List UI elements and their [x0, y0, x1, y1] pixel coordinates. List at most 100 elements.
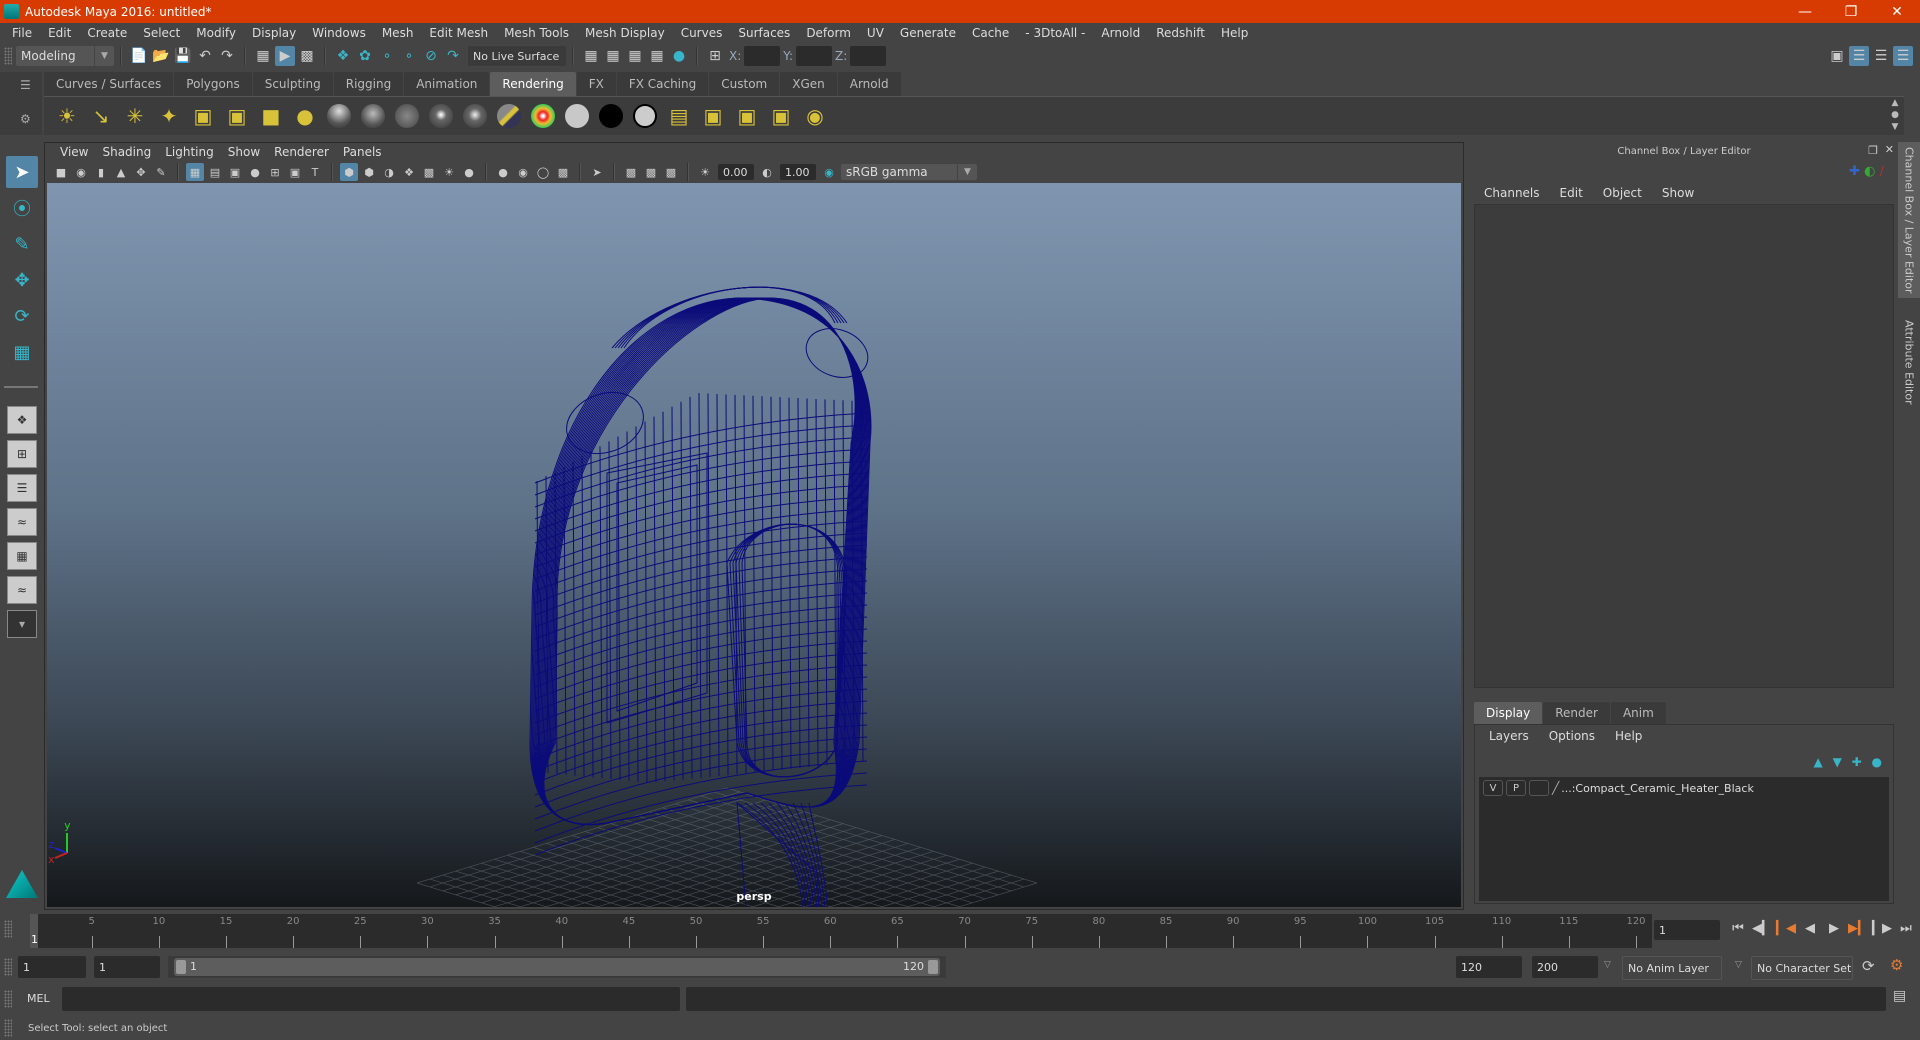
shader-layered-icon[interactable] [494, 101, 524, 131]
ambient-light-icon[interactable]: ☀ [52, 101, 82, 131]
layer-display-type-toggle[interactable] [1529, 780, 1549, 796]
undo-icon[interactable]: ↶ [195, 46, 215, 66]
move-layer-down-icon[interactable]: ▼ [1833, 755, 1842, 769]
new-scene-icon[interactable]: 📄 [129, 46, 149, 66]
render-layer-icon[interactable]: ▣ [732, 101, 762, 131]
hypershade-icon[interactable]: ● [669, 46, 689, 66]
mode-dropdown[interactable]: Modeling ▼ [16, 46, 114, 66]
shelf-tab-arnold[interactable]: Arnold [837, 72, 901, 96]
step-forward-key-icon[interactable]: ▶▎ [1848, 918, 1868, 938]
use-all-lights-icon[interactable]: ☀ [440, 163, 458, 181]
shelf-scroll[interactable]: ▲ ● ▼ [1886, 97, 1904, 135]
single-perspective-layout-icon[interactable]: ❖ [7, 406, 37, 434]
shelf-tab-curves-surfaces[interactable]: Curves / Surfaces [44, 72, 174, 96]
shelf-tab-polygons[interactable]: Polygons [174, 72, 252, 96]
lasso-tool-icon[interactable]: ⦿ [6, 192, 38, 224]
menu-create[interactable]: Create [79, 26, 135, 40]
menu-modify[interactable]: Modify [188, 26, 244, 40]
character-set-field[interactable]: No Character Set [1751, 956, 1853, 980]
film-gate-icon[interactable]: ▤ [206, 163, 224, 181]
snap-point-icon[interactable]: ∘ [377, 46, 397, 66]
spot-light-icon[interactable]: ✦ [154, 101, 184, 131]
exposure-input[interactable]: 0.00 [718, 164, 754, 180]
paint-select-tool-icon[interactable]: ✎ [6, 228, 38, 260]
anim-layer-dropdown-arrow[interactable]: ▽ [1604, 960, 1611, 970]
grid-toggle-icon[interactable]: ▦ [186, 163, 204, 181]
menu-mesh[interactable]: Mesh [374, 26, 422, 40]
range-slider-bar[interactable]: 1 120 [174, 958, 940, 976]
shader-blinn-icon[interactable] [324, 101, 354, 131]
bookmarks-icon[interactable]: ▮ [92, 163, 110, 181]
viewport-menu-show[interactable]: Show [221, 145, 267, 159]
menu-edit[interactable]: Edit [40, 26, 79, 40]
smooth-shade-icon[interactable]: ⬢ [360, 163, 378, 181]
speed-icon[interactable]: ◐ [1864, 164, 1875, 179]
animation-preferences-icon[interactable]: ⚙ [1890, 956, 1903, 974]
gamma-icon[interactable]: ◐ [758, 163, 776, 181]
layer-visibility-toggle[interactable]: V [1483, 780, 1503, 796]
render-settings-icon[interactable]: ▦ [581, 46, 601, 66]
layer-name[interactable]: ...:Compact_Ceramic_Heater_Black [1561, 782, 1754, 795]
menu-3dtoall[interactable]: - 3DtoAll - [1017, 26, 1093, 40]
auto-key-icon[interactable]: ⟳ [1862, 957, 1875, 975]
layer-color-swatch[interactable]: ╱ [1552, 781, 1559, 795]
shader-use-background-icon[interactable] [596, 101, 626, 131]
xray-active-components-icon[interactable]: ▩ [642, 163, 660, 181]
3d-viewport[interactable]: yzx persp [47, 183, 1461, 907]
layer-editor-toggle-icon[interactable]: ☰ [1893, 46, 1913, 66]
shader-phong-icon[interactable] [392, 101, 422, 131]
select-component-icon[interactable]: ▩ [297, 46, 317, 66]
select-camera-icon[interactable]: ■ [52, 163, 70, 181]
redo-icon[interactable]: ↷ [217, 46, 237, 66]
snap-projected-icon[interactable]: ∘ [399, 46, 419, 66]
new-layer-selected-icon[interactable]: ● [1872, 755, 1882, 769]
menu-display[interactable]: Display [244, 26, 304, 40]
shader-surface-icon[interactable] [562, 101, 592, 131]
layer-tab-display[interactable]: Display [1474, 702, 1543, 724]
layer-tab-render[interactable]: Render [1543, 702, 1610, 724]
rotate-tool-icon[interactable]: ⟳ [6, 300, 38, 332]
grip-handle[interactable] [4, 990, 12, 1008]
render-view-window-icon[interactable]: ▤ [664, 101, 694, 131]
resolution-gate-icon[interactable]: ▣ [226, 163, 244, 181]
layer-menu-options[interactable]: Options [1539, 729, 1605, 743]
textured-icon[interactable]: ▩ [420, 163, 438, 181]
animation-end-input[interactable]: 200 [1532, 956, 1598, 978]
snap-view-plane-icon[interactable]: ⊘ [421, 46, 441, 66]
select-tool-icon[interactable]: ➤ [6, 156, 38, 188]
menu-curves[interactable]: Curves [673, 26, 731, 40]
modeling-toolkit-icon[interactable]: ▣ [1827, 46, 1847, 66]
side-tab-channel-box[interactable]: Channel Box / Layer Editor [1898, 142, 1920, 298]
command-input[interactable] [62, 987, 680, 1011]
menu-redshift[interactable]: Redshift [1148, 26, 1213, 40]
close-panel-icon[interactable]: ✕ [1885, 143, 1894, 156]
persp-graph-layout-icon[interactable]: ≈ [7, 508, 37, 536]
select-hierarchy-icon[interactable]: ▦ [253, 46, 273, 66]
viewport-menu-renderer[interactable]: Renderer [267, 145, 336, 159]
side-tab-attribute-editor[interactable]: Attribute Editor [1898, 302, 1920, 422]
shader-shadow-icon[interactable] [630, 101, 660, 131]
render-pass-icon[interactable]: ▣ [766, 101, 796, 131]
select-object-icon[interactable]: ▶ [275, 46, 295, 66]
open-scene-icon[interactable]: 📂 [151, 46, 171, 66]
field-chart-icon[interactable]: ⊞ [266, 163, 284, 181]
menu-windows[interactable]: Windows [304, 26, 374, 40]
playback-start-input[interactable]: 1 [94, 956, 160, 978]
grip-handle[interactable] [4, 920, 12, 938]
shelf-tab-xgen[interactable]: XGen [780, 72, 837, 96]
viewport-menu-shading[interactable]: Shading [95, 145, 158, 159]
anim-layer-field[interactable]: No Anim Layer [1622, 956, 1722, 980]
outliner-persp-layout-icon[interactable]: ☰ [7, 474, 37, 502]
grip-handle[interactable] [4, 1019, 12, 1037]
channel-menu-edit[interactable]: Edit [1550, 186, 1593, 200]
screen-space-ao-icon[interactable]: ● [494, 163, 512, 181]
ipr-render-icon[interactable]: ▦ [625, 46, 645, 66]
command-language-toggle[interactable]: MEL [27, 992, 50, 1005]
gate-mask-icon[interactable]: ● [246, 163, 264, 181]
persp-outliner-graph-layout-icon[interactable]: ≈ [7, 576, 37, 604]
default-material-icon[interactable]: ◑ [380, 163, 398, 181]
range-start-handle[interactable] [176, 960, 186, 974]
menu-uv[interactable]: UV [859, 26, 892, 40]
ipr-tune-icon[interactable]: ◉ [800, 101, 830, 131]
four-view-layout-icon[interactable]: ⊞ [7, 440, 37, 468]
